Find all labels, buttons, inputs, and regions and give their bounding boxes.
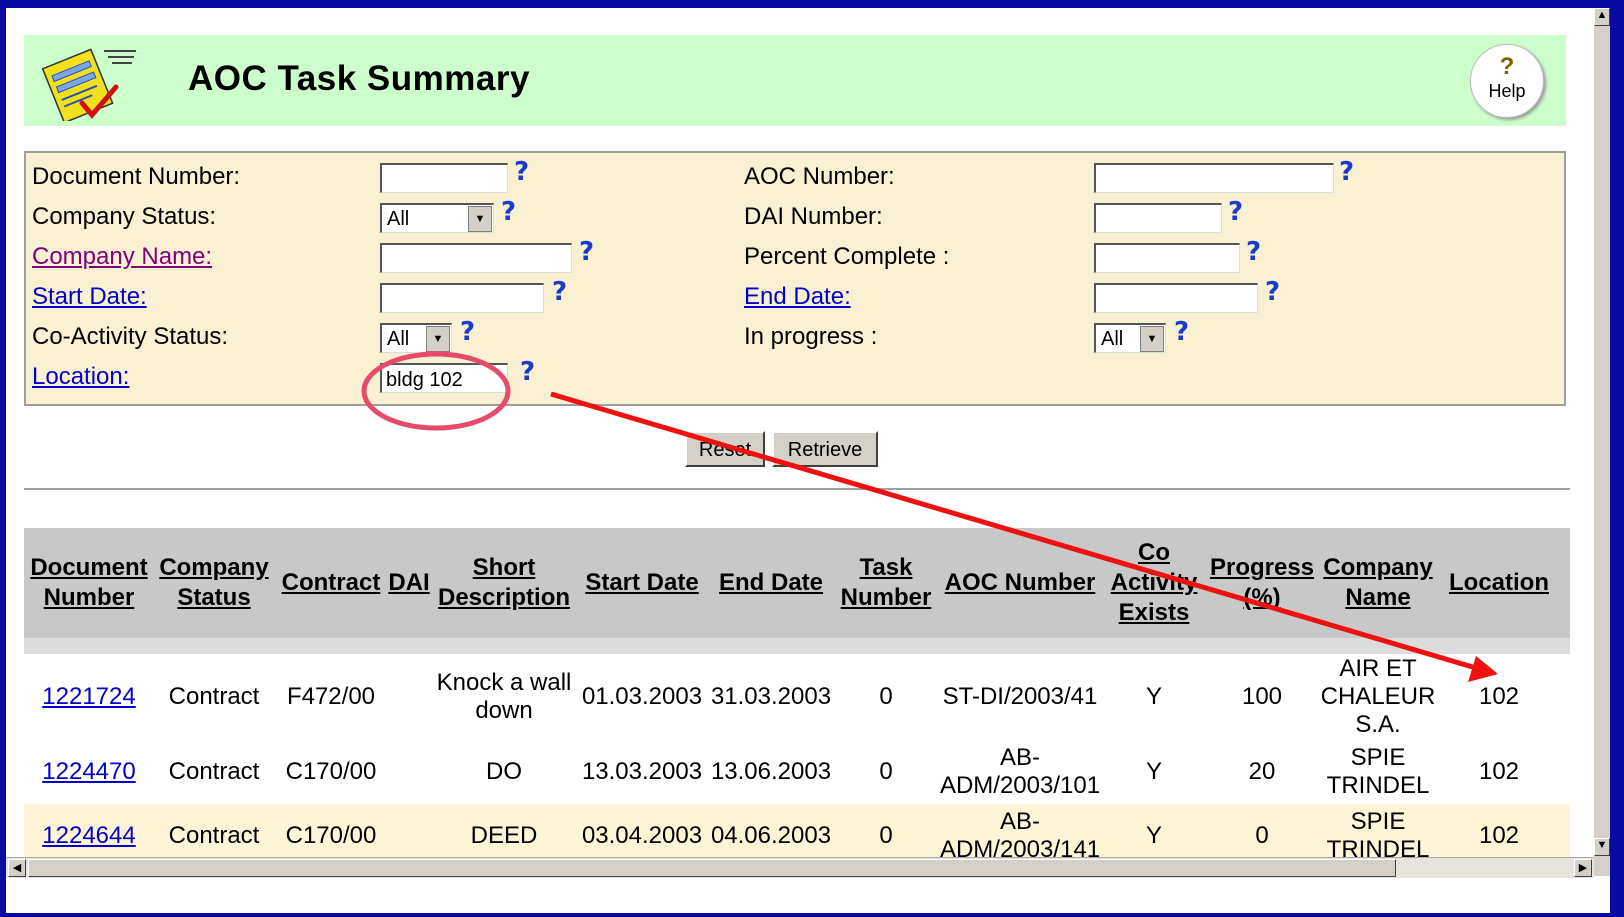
scroll-down-icon[interactable]: ▼ [1594, 838, 1610, 856]
vertical-scrollbar[interactable]: ▲ ▼ [1594, 8, 1610, 876]
annotation-overlay [361, 351, 1498, 682]
browser-content: AOC Task Summary ? Help Document Number:… [6, 8, 1610, 913]
horizontal-scrollbar[interactable]: ◀ ▶ [6, 857, 1594, 878]
annotation-arrow [550, 391, 1477, 671]
scrollbar-thumb[interactable] [28, 859, 1396, 877]
scroll-right-icon[interactable]: ▶ [1574, 859, 1592, 877]
arrow-head-icon [1468, 656, 1498, 682]
highlight-circle [361, 351, 511, 431]
scroll-left-icon[interactable]: ◀ [8, 859, 26, 877]
scroll-up-icon[interactable]: ▲ [1594, 8, 1610, 26]
